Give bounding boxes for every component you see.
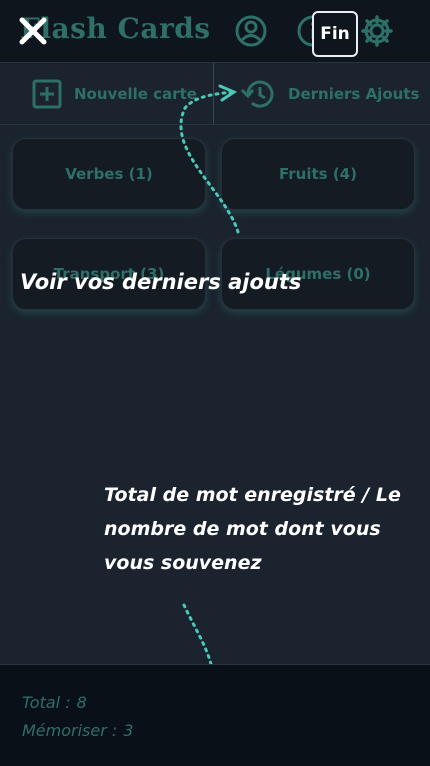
recent-hint-annotation: Voir vos derniers ajouts (20, 270, 302, 294)
close-icon (19, 17, 47, 45)
total-label: Total : (22, 693, 71, 712)
new-card-button[interactable]: Nouvelle carte (32, 63, 197, 124)
total-stat: Total : 8 (22, 693, 87, 712)
totals-hint-annotation: Total de mot enregistré / Le nombre de m… (104, 484, 401, 574)
fin-button[interactable]: Fin (312, 11, 358, 57)
settings-button[interactable] (360, 14, 394, 48)
account-icon (235, 15, 267, 47)
memorized-value: 3 (123, 721, 134, 740)
category-card-verbes[interactable]: Verbes (1) (12, 138, 206, 210)
history-icon (240, 80, 274, 108)
memorized-stat: Mémoriser : 3 (22, 721, 133, 740)
plus-square-icon (32, 79, 62, 108)
new-card-label: Nouvelle carte (74, 84, 197, 103)
close-button[interactable] (16, 14, 50, 48)
stats-footer: Total : 8 Mémoriser : 3 (0, 664, 430, 766)
toolbar-divider (213, 63, 214, 124)
total-value: 8 (76, 693, 87, 712)
gear-icon (361, 15, 393, 47)
recent-additions-button[interactable]: Derniers Ajouts (240, 63, 419, 124)
account-button[interactable] (234, 14, 268, 48)
recent-additions-label: Derniers Ajouts (288, 84, 420, 103)
category-card-fruits[interactable]: Fruits (4) (221, 138, 415, 210)
toolbar: Nouvelle carte Derniers Ajouts (0, 63, 430, 125)
app-header: Flash Cards Fin (0, 0, 430, 63)
memorized-label: Mémoriser : (22, 721, 118, 740)
